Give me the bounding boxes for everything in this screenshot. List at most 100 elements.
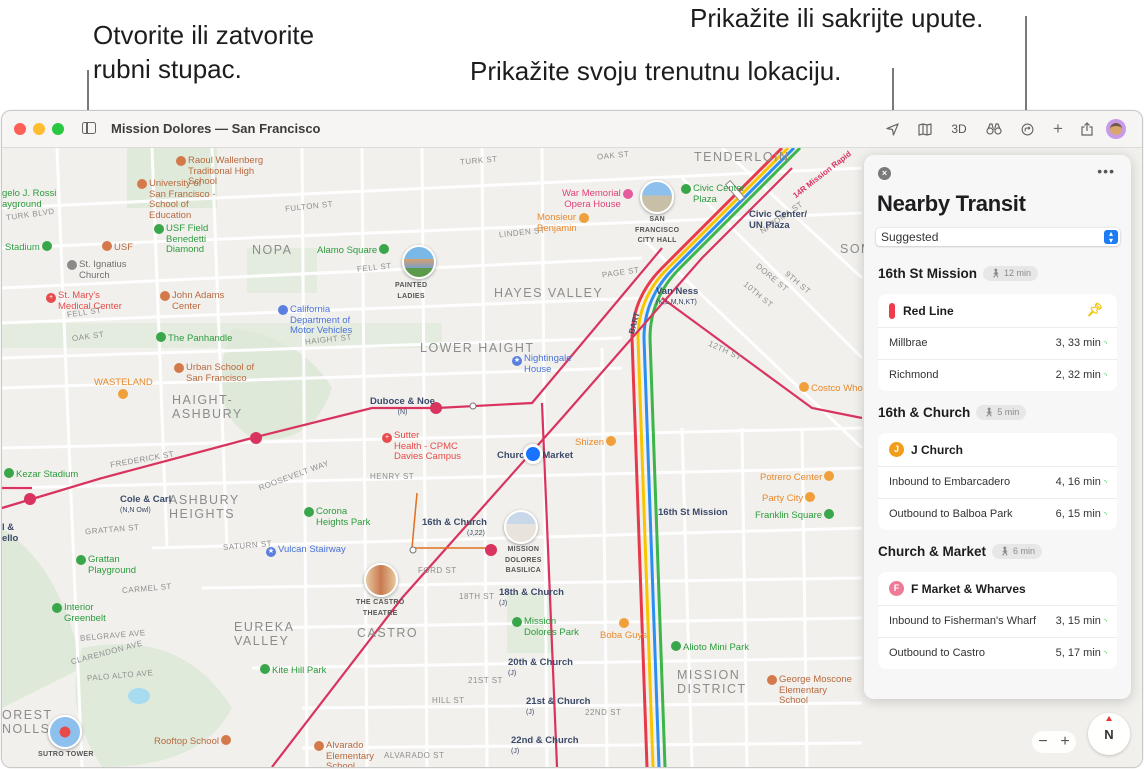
callout-location: Prikažite svoju trenutnu lokaciju. (470, 56, 842, 86)
line-header-j-church[interactable]: J J Church (878, 433, 1117, 467)
mission-dolores-landmark[interactable] (504, 510, 538, 544)
plus-icon[interactable]: + (1049, 119, 1067, 139)
stop-18th-church[interactable]: 18th & Church (J) (499, 587, 564, 609)
poi-wasteland[interactable]: WASTELAND (94, 377, 153, 401)
poi-panhandle[interactable]: The Panhandle (154, 332, 232, 345)
poi-potrero-center[interactable]: Potrero Center (760, 471, 836, 484)
share-icon[interactable] (1078, 119, 1096, 139)
poi-boba-guys[interactable]: Boba Guys (600, 618, 647, 641)
current-location-dot[interactable] (523, 444, 543, 464)
filter-select-value: Suggested (881, 230, 939, 244)
poi-kezar-stadium[interactable]: Kezar Stadium (2, 468, 78, 481)
departure-row[interactable]: Outbound to Castro 5, 17 min ◝ (878, 638, 1117, 669)
poi-monsieur-benjamin[interactable]: Monsieur Benjamin (537, 212, 591, 234)
poi-urban-school[interactable]: Urban School of San Francisco (172, 362, 254, 384)
muni-n-marker (250, 432, 262, 444)
poi-franklin-square[interactable]: Franklin Square (755, 509, 836, 522)
stop-16th-st-mission[interactable]: 16th St Mission (658, 507, 728, 519)
sidebar-toggle-icon[interactable] (82, 122, 96, 134)
stop-21st-church[interactable]: 21st & Church (J) (526, 696, 590, 718)
poi-rossi-playground[interactable]: gelo J. Rossi ayground (2, 188, 56, 210)
sutro-tower-landmark[interactable] (48, 715, 82, 749)
line-name: J Church (911, 442, 964, 457)
line-header-red-line[interactable]: Red Line 📌︎ (878, 294, 1117, 328)
poi-george-moscone[interactable]: George Moscone Elementary School (765, 674, 852, 707)
zoom-in-button[interactable]: + (1060, 733, 1069, 751)
stop-duboce-noe[interactable]: Duboce & Noe (N) (370, 396, 435, 418)
poi-st-marys[interactable]: + St. Mary's Medical Center (44, 290, 122, 312)
stop-header-church-market[interactable]: Church & Market 🚶︎ 6 min (878, 544, 1042, 559)
walk-icon: 🚶︎ (990, 268, 1002, 278)
line-header-f-market[interactable]: F F Market & Wharves (878, 572, 1117, 606)
realtime-icon: ◝ (1103, 617, 1107, 626)
directions-icon[interactable] (1018, 119, 1036, 139)
poi-st-ignatius[interactable]: St. Ignatius Church (65, 259, 127, 281)
poi-nightingale-house[interactable]: ★ Nightingale House (510, 353, 572, 375)
3d-toggle-button[interactable]: 3D (948, 119, 970, 139)
poi-vulcan-stairway[interactable]: ★ Vulcan Stairway (264, 544, 346, 557)
poi-rooftop-school[interactable]: Rooftop School (154, 735, 233, 748)
poi-alvarado-school[interactable]: Alvarado Elementary School (312, 740, 374, 767)
binoculars-icon[interactable] (984, 119, 1004, 139)
street-label: 18TH ST (459, 592, 495, 601)
poi-party-city[interactable]: Party City (762, 492, 817, 505)
location-arrow-icon[interactable] (883, 119, 901, 139)
fullscreen-window-button[interactable] (52, 123, 64, 135)
poi-interior-greenbelt[interactable]: Interior Greenbelt (50, 602, 106, 624)
poi-john-adams[interactable]: John Adams Center (158, 290, 224, 312)
poi-usf-education[interactable]: University of San Francisco - School of … (135, 178, 216, 221)
stop-van-ness[interactable]: Van Ness (K,L,M,N,KT) (656, 286, 698, 308)
poi-corona-heights[interactable]: Corona Heights Park (302, 506, 370, 528)
poi-shizen[interactable]: Shizen (575, 436, 618, 449)
street-label: FORD ST (418, 566, 457, 575)
poi-kite-hill-park[interactable]: Kite Hill Park (258, 664, 326, 677)
poi-usf-field[interactable]: USF Field Benedetti Diamond (152, 223, 208, 256)
realtime-icon: ◝ (1103, 478, 1107, 487)
avatar-face (1110, 123, 1122, 135)
stop-22nd-church[interactable]: 22nd & Church (J) (511, 735, 579, 757)
window-title: Mission Dolores — San Francisco (111, 121, 321, 136)
stop-cole-carl[interactable]: Cole & Carl (N,N Owl) (120, 494, 171, 516)
city-hall-landmark[interactable] (640, 180, 674, 214)
poi-alamo-square[interactable]: Alamo Square (317, 244, 391, 257)
departure-row[interactable]: Richmond 2, 32 min ◝ (878, 360, 1117, 391)
stop-civic-center[interactable]: Civic Center/ UN Plaza (749, 209, 807, 231)
poi-dmv[interactable]: California Department of Motor Vehicles (276, 304, 352, 337)
poi-kezar-stadium-top[interactable]: Stadium (5, 241, 54, 254)
poi-sutter-health[interactable]: + Sutter Health - CPMC Davies Campus (380, 430, 461, 463)
close-panel-button[interactable]: × (878, 167, 891, 180)
departure-row[interactable]: Inbound to Embarcadero 4, 16 min ◝ (878, 467, 1117, 499)
stop-20th-church[interactable]: 20th & Church (J) (508, 657, 573, 679)
hood-castro: CASTRO (357, 626, 419, 640)
poi-usf[interactable]: USF (100, 241, 133, 254)
minimize-window-button[interactable] (33, 123, 45, 135)
compass-button[interactable]: N (1088, 713, 1130, 755)
stop-16th-church[interactable]: 16th & Church (J,22) (422, 517, 487, 539)
pin-icon[interactable]: 📌︎ (1086, 302, 1103, 318)
memoji-avatar[interactable] (1106, 119, 1126, 139)
poi-alioto-mini-park[interactable]: Alioto Mini Park (669, 641, 749, 654)
sutro-tower-label: SUTRO TOWER (38, 751, 94, 758)
muni-14r-line (661, 297, 863, 420)
street-label: ALVARADO ST (384, 751, 445, 760)
map-icon[interactable] (916, 119, 934, 139)
more-options-icon[interactable]: ••• (1097, 163, 1115, 179)
filter-select[interactable]: Suggested ▴ ▾ (876, 228, 1120, 246)
poi-civic-center-plaza[interactable]: Civic Center Plaza (679, 183, 745, 205)
poi-war-memorial[interactable]: War Memorial Opera House (562, 188, 635, 210)
stop-header-16th-st-mission[interactable]: 16th St Mission 🚶︎ 12 min (878, 266, 1038, 281)
callout-directions-line (1025, 16, 1027, 118)
compass-label: N (1104, 726, 1114, 742)
departure-row[interactable]: Millbrae 3, 33 min ◝ (878, 328, 1117, 360)
close-window-button[interactable] (14, 123, 26, 135)
poi-dolores-park[interactable]: Mission Dolores Park (510, 616, 579, 638)
poi-grattan-playground[interactable]: Grattan Playground (74, 554, 136, 576)
stop-header-16th-church[interactable]: 16th & Church 🚶︎ 5 min (878, 405, 1027, 420)
zoom-out-button[interactable]: − (1038, 733, 1047, 751)
muni-n-marker (24, 493, 36, 505)
painted-ladies-landmark[interactable] (402, 245, 436, 279)
departure-row[interactable]: Inbound to Fisherman's Wharf 3, 15 min ◝ (878, 606, 1117, 638)
castro-theatre-landmark[interactable] (364, 563, 398, 597)
departure-row[interactable]: Outbound to Balboa Park 6, 15 min ◝ (878, 499, 1117, 530)
poi-costco[interactable]: Costco Who (797, 382, 863, 395)
